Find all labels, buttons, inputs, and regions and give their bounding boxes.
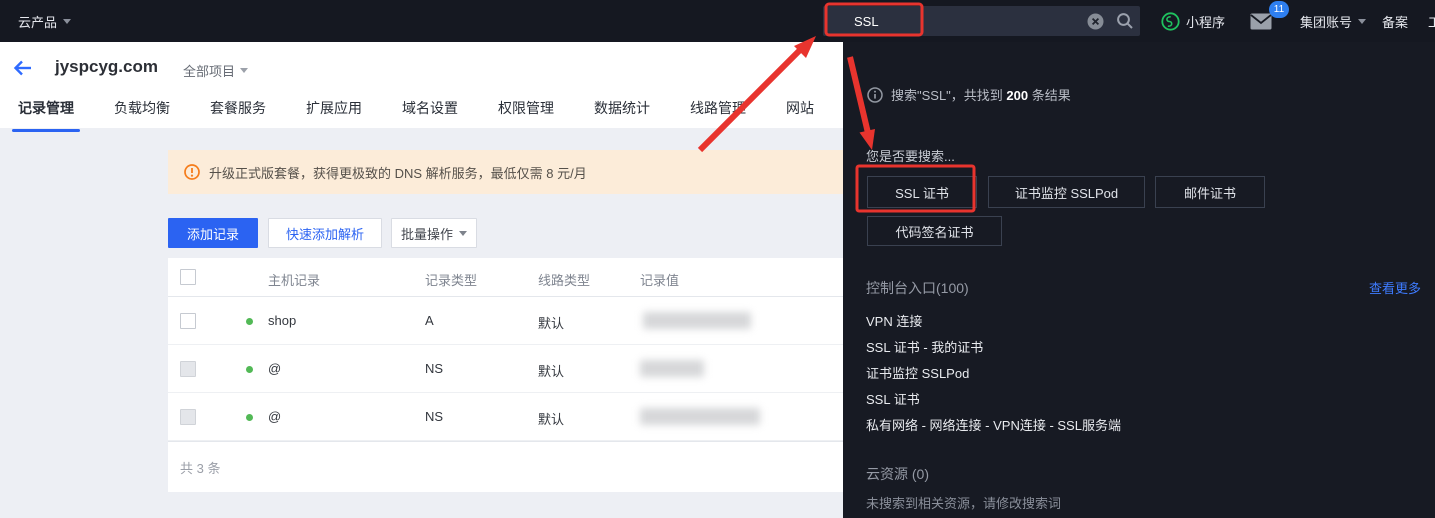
quick-add-label: 快速添加解析 bbox=[286, 224, 364, 243]
suggestion-button-email-certificate[interactable]: 邮件证书 bbox=[1155, 176, 1265, 208]
tab-bar: 记录管理 负载均衡 套餐服务 扩展应用 域名设置 权限管理 数据统计 线路管理 … bbox=[0, 96, 843, 128]
column-header-type: 记录类型 bbox=[425, 270, 477, 289]
search-result-summary: 搜索"SSL"，共找到 200 条结果 bbox=[867, 85, 1071, 104]
cloud-products-label: 云产品 bbox=[18, 12, 57, 31]
suggestion-button-sslpod-monitor[interactable]: 证书监控 SSLPod bbox=[988, 176, 1145, 208]
summary-text: 搜索"SSL"，共找到 200 条结果 bbox=[891, 85, 1071, 104]
quick-add-resolution-button[interactable]: 快速添加解析 bbox=[268, 218, 382, 248]
console-entry-vpn[interactable]: VPN 连接 bbox=[866, 311, 922, 330]
record-value-redacted bbox=[640, 360, 704, 377]
table-row: shop A 默认 bbox=[168, 297, 843, 345]
column-header-value: 记录值 bbox=[640, 270, 679, 289]
suggest-heading: 您是否要搜索... bbox=[866, 146, 955, 165]
summary-suffix: 条结果 bbox=[1028, 88, 1071, 103]
record-value-redacted bbox=[643, 312, 751, 329]
table-footer-total: 共 3 条 bbox=[180, 458, 220, 477]
type-cell: NS bbox=[425, 409, 443, 424]
back-arrow-icon bbox=[12, 57, 34, 79]
batch-operations-button[interactable]: 批量操作 bbox=[391, 218, 477, 248]
tab-line-management[interactable]: 线路管理 bbox=[690, 96, 746, 128]
chevron-down-icon bbox=[459, 231, 467, 236]
suggestion-button-code-signing-certificate[interactable]: 代码签名证书 bbox=[867, 216, 1002, 246]
view-more-link[interactable]: 查看更多 bbox=[1369, 278, 1421, 297]
search-results-panel: 搜索"SSL"，共找到 200 条结果 您是否要搜索... SSL 证书 证书监… bbox=[843, 42, 1435, 518]
console-entry-ssl-certificate[interactable]: SSL 证书 bbox=[866, 389, 920, 408]
column-header-host: 主机记录 bbox=[268, 270, 320, 289]
add-record-label: 添加记录 bbox=[187, 224, 239, 243]
miniprogram-button[interactable]: 小程序 bbox=[1161, 0, 1225, 42]
add-record-button[interactable]: 添加记录 bbox=[168, 218, 258, 248]
row-checkbox[interactable] bbox=[180, 361, 196, 377]
warning-icon bbox=[184, 164, 200, 180]
table-row: @ NS 默认 bbox=[168, 393, 843, 441]
console-entry-vpc-ssl-server[interactable]: 私有网络 - 网络连接 - VPN连接 - SSL服务端 bbox=[866, 415, 1121, 434]
page-title-domain: jyspcyg.com bbox=[55, 57, 158, 77]
dns-console-content: jyspcyg.com 全部项目 记录管理 负载均衡 套餐服务 扩展应用 域名设… bbox=[0, 42, 843, 518]
summary-count: 200 bbox=[1006, 88, 1028, 103]
mail-icon bbox=[1250, 13, 1272, 30]
table-row: @ NS 默认 bbox=[168, 345, 843, 393]
top-navigation-bar: 云产品 小程序 11 bbox=[0, 0, 1435, 42]
chevron-down-icon bbox=[240, 68, 248, 73]
console-entry-sslpod-monitor[interactable]: 证书监控 SSLPod bbox=[866, 363, 969, 382]
tab-package-service[interactable]: 套餐服务 bbox=[210, 96, 266, 128]
tab-domain-settings[interactable]: 域名设置 bbox=[402, 96, 458, 128]
clipped-label: 工 bbox=[1428, 12, 1435, 31]
project-filter-label: 全部项目 bbox=[183, 61, 235, 80]
group-account-label: 集团账号 bbox=[1300, 12, 1352, 31]
host-cell: shop bbox=[268, 313, 296, 328]
suggestion-button-ssl-certificate[interactable]: SSL 证书 bbox=[867, 176, 977, 208]
beian-link[interactable]: 备案 bbox=[1382, 0, 1408, 42]
row-checkbox[interactable] bbox=[180, 409, 196, 425]
beian-label: 备案 bbox=[1382, 12, 1408, 31]
host-cell: @ bbox=[268, 409, 281, 424]
chevron-down-icon bbox=[63, 19, 71, 24]
console-section-heading: 控制台入口(100) bbox=[866, 278, 969, 298]
batch-operations-label: 批量操作 bbox=[401, 224, 453, 243]
resources-empty-text: 未搜索到相关资源，请修改搜索词 bbox=[866, 493, 1061, 512]
line-cell: 默认 bbox=[538, 361, 564, 380]
tab-permission-management[interactable]: 权限管理 bbox=[498, 96, 554, 128]
chevron-down-icon bbox=[1358, 19, 1366, 24]
search-icon[interactable] bbox=[1110, 6, 1140, 36]
column-header-line: 线路类型 bbox=[538, 270, 590, 289]
summary-prefix: 搜索"SSL"，共找到 bbox=[891, 88, 1006, 103]
table-header-row: 主机记录 记录类型 线路类型 记录值 bbox=[168, 258, 843, 297]
select-all-checkbox[interactable] bbox=[180, 269, 196, 285]
banner-message: 升级正式版套餐，获得更极致的 DNS 解析服务，最低仅需 8 元/月 bbox=[209, 163, 587, 182]
records-table: 主机记录 记录类型 线路类型 记录值 shop A 默认 @ NS 默认 @ N… bbox=[168, 258, 843, 492]
status-dot-icon bbox=[246, 366, 253, 373]
notification-badge: 11 bbox=[1269, 1, 1289, 18]
row-checkbox[interactable] bbox=[180, 313, 196, 329]
tab-load-balancing[interactable]: 负载均衡 bbox=[114, 96, 170, 128]
host-cell: @ bbox=[268, 361, 281, 376]
tab-extended-apps[interactable]: 扩展应用 bbox=[306, 96, 362, 128]
back-button[interactable] bbox=[12, 57, 36, 81]
tab-data-statistics[interactable]: 数据统计 bbox=[594, 96, 650, 128]
line-cell: 默认 bbox=[538, 409, 564, 428]
topbar-clipped-item[interactable]: 工 bbox=[1428, 0, 1435, 42]
status-dot-icon bbox=[246, 318, 253, 325]
page-header: jyspcyg.com 全部项目 记录管理 负载均衡 套餐服务 扩展应用 域名设… bbox=[0, 42, 843, 128]
status-dot-icon bbox=[246, 414, 253, 421]
upgrade-banner: 升级正式版套餐，获得更极致的 DNS 解析服务，最低仅需 8 元/月 bbox=[168, 150, 843, 194]
miniprogram-label: 小程序 bbox=[1186, 12, 1225, 31]
cloud-products-menu[interactable]: 云产品 bbox=[18, 0, 71, 42]
miniprogram-icon bbox=[1161, 12, 1180, 31]
type-cell: NS bbox=[425, 361, 443, 376]
project-filter-dropdown[interactable]: 全部项目 bbox=[183, 61, 248, 80]
global-search-input[interactable] bbox=[823, 14, 1080, 29]
table-footer: 共 3 条 bbox=[168, 441, 843, 492]
clear-search-icon[interactable] bbox=[1080, 6, 1110, 36]
info-icon bbox=[867, 87, 883, 103]
type-cell: A bbox=[425, 313, 434, 328]
tab-record-management[interactable]: 记录管理 bbox=[18, 96, 74, 128]
line-cell: 默认 bbox=[538, 313, 564, 332]
record-value-redacted bbox=[640, 408, 760, 425]
tab-website[interactable]: 网站 bbox=[786, 96, 814, 128]
global-search-box bbox=[823, 6, 1140, 36]
group-account-menu[interactable]: 集团账号 bbox=[1300, 0, 1366, 42]
console-entry-ssl-my-certificates[interactable]: SSL 证书 - 我的证书 bbox=[866, 337, 983, 356]
cloud-resources-heading: 云资源 (0) bbox=[866, 464, 929, 484]
